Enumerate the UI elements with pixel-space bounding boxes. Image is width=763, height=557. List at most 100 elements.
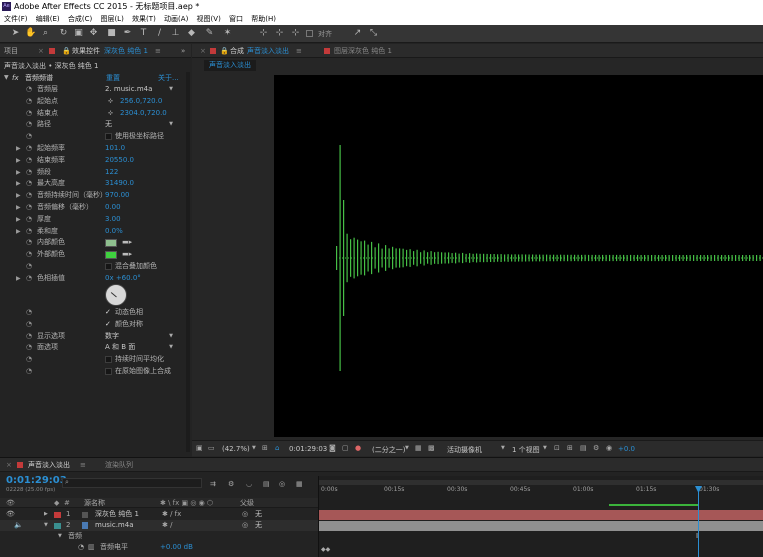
effect-property-row[interactable]: ◔ 路径 无 <box>0 119 186 131</box>
roto-tool-icon[interactable]: ✎ <box>204 28 215 39</box>
stopwatch-icon[interactable]: ◔ <box>26 96 32 108</box>
property-value[interactable]: 122 <box>105 167 118 179</box>
eye-icon[interactable]: 👁 <box>6 498 15 508</box>
property-value[interactable]: 970.00 <box>105 190 130 202</box>
graph-icon[interactable]: ▥ <box>88 542 95 553</box>
stopwatch-icon[interactable]: ◔ <box>26 131 32 143</box>
align-right-icon[interactable]: ⊹ <box>290 28 301 39</box>
zoom-dropdown[interactable]: (42.7%) <box>222 445 250 453</box>
layer-tab-name[interactable]: 深灰色 纯色 1 <box>348 44 392 58</box>
effect-property-row[interactable]: ◔ 持续时间平均化 <box>0 354 186 366</box>
snap-icon[interactable]: ↗ <box>352 28 363 39</box>
timeline-timecode[interactable]: 0:01:29:03 <box>6 475 67 486</box>
stopwatch-icon[interactable]: ◔ <box>26 84 32 96</box>
menu-help[interactable]: 帮助(H) <box>251 15 276 23</box>
layer-label-color[interactable] <box>54 512 61 518</box>
snapshot-icon[interactable]: ◙ <box>329 444 336 452</box>
region-icon[interactable]: ▦ <box>415 444 422 452</box>
property-value[interactable]: 3.00 <box>105 214 121 226</box>
graph-editor-icon[interactable]: ▦ <box>296 480 303 488</box>
show-snapshot-icon[interactable]: ▢ <box>342 444 349 452</box>
stopwatch-icon[interactable]: ◔ <box>26 273 32 285</box>
exposure-reset-icon[interactable]: ◉ <box>606 444 612 452</box>
stopwatch-icon[interactable]: ◔ <box>26 261 32 273</box>
camera-dropdown[interactable]: 活动摄像机 <box>447 445 482 455</box>
menu-window[interactable]: 窗口 <box>229 15 243 23</box>
stopwatch-icon[interactable]: ◔ <box>26 307 32 319</box>
shy-layers-icon[interactable]: ◡ <box>246 480 252 488</box>
tab-timeline[interactable]: 声音淡入淡出 <box>28 458 70 472</box>
mask-visibility-icon[interactable]: ⌂ <box>275 444 279 452</box>
color-swatch[interactable] <box>105 251 117 260</box>
playhead[interactable] <box>698 486 699 557</box>
effect-property-row[interactable]: ▶ ◔ 音频偏移（毫秒） 0.00 <box>0 202 186 214</box>
property-dropdown[interactable]: 数字 <box>105 331 175 341</box>
effect-property-row[interactable]: ◔ 内部颜色 ▬▸ <box>0 237 186 249</box>
timeline-icon[interactable]: ▤ <box>580 444 587 452</box>
grid-icon[interactable]: ⊞ <box>262 444 268 452</box>
panel-overflow-icon[interactable]: » <box>181 44 185 58</box>
hue-dial[interactable] <box>105 284 127 306</box>
layer-name[interactable]: 深灰色 纯色 1 <box>95 509 139 520</box>
flowchart-icon[interactable]: ⚙ <box>593 444 599 452</box>
fast-preview-icon[interactable]: ⊞ <box>567 444 573 452</box>
effect-property-row[interactable]: ▶ ◔ 结束频率 20550.0 <box>0 155 186 167</box>
lock-icon[interactable]: 🔒 <box>220 44 229 58</box>
pixel-aspect-icon[interactable]: ⊡ <box>554 444 560 452</box>
effect-property-row[interactable]: ▶ ◔ 最大高度 31490.0 <box>0 178 186 190</box>
layer-switches[interactable]: ✱ / fx <box>162 509 181 520</box>
tab-project[interactable]: 项目 <box>4 44 18 58</box>
property-value[interactable]: 0.00 <box>105 202 121 214</box>
menu-animation[interactable]: 动画(A) <box>164 15 188 23</box>
effect-property-row[interactable]: ◔ 显示选项 数字 <box>0 331 186 343</box>
property-value[interactable]: 31490.0 <box>105 178 134 190</box>
snap-options-icon[interactable]: ⤡ <box>368 28 379 39</box>
brush-tool-icon[interactable]: / <box>154 28 165 39</box>
effect-property-row[interactable]: ◔ 起始点 ✜ 256.0,720.0 <box>0 96 186 108</box>
composition-name[interactable]: 声音淡入淡出 <box>247 44 289 58</box>
puppet-tool-icon[interactable]: ✶ <box>222 28 233 39</box>
twirl-icon[interactable]: ▶ <box>16 143 21 155</box>
tab-effect-controls[interactable]: 效果控件 <box>72 44 100 58</box>
resolution-dropdown[interactable]: (二分之一) <box>372 445 405 455</box>
effect-property-row[interactable]: ▶ ◔ 频段 122 <box>0 167 186 179</box>
transparency-grid-icon[interactable]: ▩ <box>428 444 435 452</box>
panel-menu-icon[interactable]: ≡ <box>155 44 161 58</box>
zoom-tool-icon[interactable]: ⌕ <box>40 28 51 39</box>
effect-property-row[interactable]: ◔ 使用极坐标路径 <box>0 131 186 143</box>
comp-subtab[interactable]: 声音淡入淡出 <box>204 60 256 71</box>
effect-property-row[interactable]: ◔ 在原始图像上合成 <box>0 366 186 378</box>
stopwatch-icon[interactable]: ◔ <box>26 190 32 202</box>
mask-tool-icon[interactable]: ■ <box>106 28 117 39</box>
property-dropdown[interactable]: 2. music.m4a <box>105 85 175 94</box>
column-parent[interactable]: 父级 <box>240 498 254 508</box>
audio-level-row[interactable]: ◔ ▥ 音频电平 +0.00 dB <box>0 542 318 553</box>
exposure-value[interactable]: +0.0 <box>618 445 635 453</box>
comp-mini-flowchart-icon[interactable]: ⇉ <box>210 480 216 488</box>
stopwatch-icon[interactable]: ◔ <box>26 331 32 343</box>
type-tool-icon[interactable]: T <box>138 28 149 39</box>
stopwatch-icon[interactable]: ◔ <box>26 108 32 120</box>
crosshair-icon[interactable]: ✜ <box>108 96 113 108</box>
column-source-name[interactable]: 源名称 <box>84 498 105 508</box>
reset-link[interactable]: 重置 <box>106 72 120 84</box>
close-icon[interactable]: × <box>38 44 44 58</box>
close-icon[interactable]: × <box>200 44 206 58</box>
stopwatch-icon[interactable]: ◔ <box>26 155 32 167</box>
property-dropdown[interactable]: A 和 B 面 <box>105 343 175 353</box>
layer-row-2[interactable]: 🔈 ▼ 2 music.m4a ✱ / ◎ 无 <box>0 520 318 531</box>
fx-icon[interactable]: fx <box>12 72 19 84</box>
stopwatch-icon[interactable]: ◔ <box>26 342 32 354</box>
layer-name[interactable]: music.m4a <box>95 520 133 531</box>
eraser-tool-icon[interactable]: ◆ <box>186 28 197 39</box>
align-left-icon[interactable]: ⊹ <box>258 28 269 39</box>
property-value[interactable]: 2304.0,720.0 <box>120 108 167 120</box>
work-area-bar[interactable] <box>319 480 763 485</box>
effect-property-row[interactable]: ◔ 外部颜色 ▬▸ <box>0 249 186 261</box>
monitor-icon[interactable]: ▭ <box>208 444 215 452</box>
color-swatch[interactable] <box>105 239 117 248</box>
twirl-icon[interactable]: ▶ <box>16 155 21 167</box>
rotate-tool-icon[interactable]: ↻ <box>58 28 69 39</box>
pan-behind-tool-icon[interactable]: ✥ <box>88 28 99 39</box>
property-value[interactable]: 0x +60.0° <box>105 273 141 285</box>
